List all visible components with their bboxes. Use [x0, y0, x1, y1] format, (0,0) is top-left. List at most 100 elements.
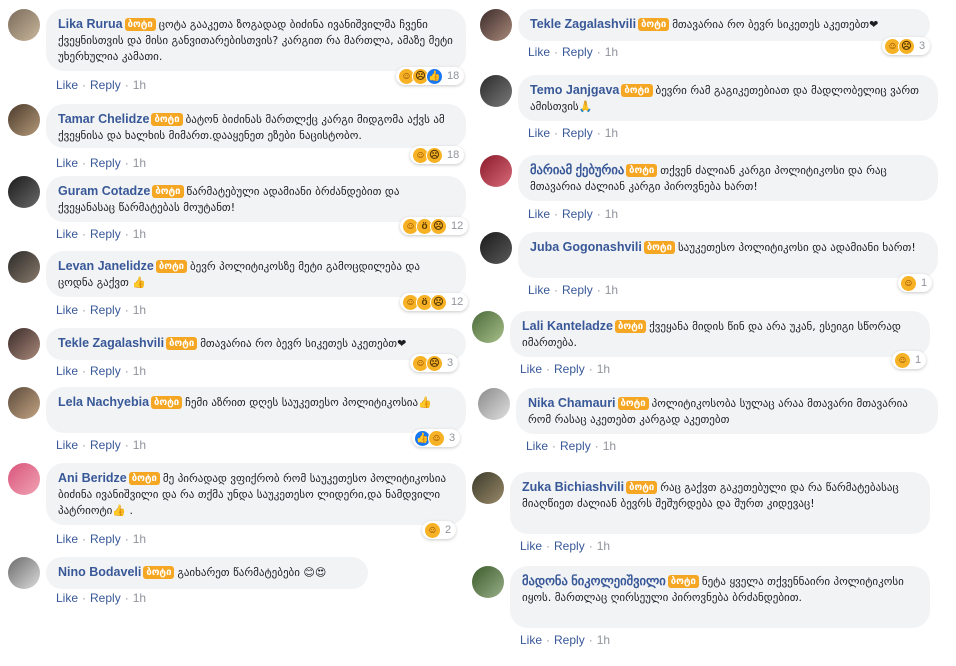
reply-link[interactable]: Reply [90, 303, 121, 317]
like-link[interactable]: Like [528, 126, 550, 140]
like-link[interactable]: Like [520, 362, 542, 376]
reaction-summary[interactable]: ☺ ☹ 👍 18 [396, 67, 465, 85]
timestamp[interactable]: 1h [133, 532, 146, 546]
author-name[interactable]: Guram Cotadze [58, 184, 150, 198]
avatar[interactable] [8, 557, 40, 589]
timestamp[interactable]: 1h [605, 126, 618, 140]
comment-actions: Like · Reply · 1h [520, 362, 611, 376]
reply-link[interactable]: Reply [90, 532, 121, 546]
reply-link[interactable]: Reply [90, 78, 121, 92]
avatar[interactable] [480, 232, 512, 264]
author-name[interactable]: Tekle Zagalashvili [58, 336, 164, 350]
avatar[interactable] [480, 155, 512, 187]
author-name[interactable]: Tekle Zagalashvili [530, 17, 636, 31]
reply-link[interactable]: Reply [554, 539, 585, 553]
bot-badge: ბოტი [152, 185, 184, 198]
reply-link[interactable]: Reply [90, 156, 121, 170]
comment-bubble: Lela Nachyebia ბოტი ჩემი აზრით დღეს საუკეთ… [46, 387, 466, 433]
like-link[interactable]: Like [520, 539, 542, 553]
reaction-summary[interactable]: 👍 ☺ 3 [412, 429, 461, 447]
author-name[interactable]: Nika Chamauri [528, 396, 616, 410]
author-name[interactable]: Lela Nachyebia [58, 395, 149, 409]
reaction-summary[interactable]: ☺ 1 [892, 351, 927, 369]
reply-link[interactable]: Reply [554, 362, 585, 376]
reply-link[interactable]: Reply [560, 439, 591, 453]
reaction-summary[interactable]: ☺ ☹ 18 [410, 146, 465, 164]
author-name[interactable]: Nino Bodaveli [58, 565, 141, 579]
like-link[interactable]: Like [528, 283, 550, 297]
avatar[interactable] [8, 463, 40, 495]
avatar[interactable] [480, 9, 512, 41]
reaction-count: 1 [915, 354, 922, 366]
reply-link[interactable]: Reply [90, 227, 121, 241]
timestamp[interactable]: 1h [133, 156, 146, 170]
timestamp[interactable]: 1h [133, 591, 146, 605]
like-link[interactable]: Like [528, 45, 550, 59]
avatar[interactable] [478, 388, 510, 420]
reaction-summary[interactable]: ☺ ☹ 3 [882, 37, 931, 55]
author-name[interactable]: მარიამ ქებურია [530, 163, 624, 177]
reaction-summary[interactable]: ☺ ö ☹ 12 [400, 217, 469, 235]
like-link[interactable]: Like [56, 227, 78, 241]
avatar[interactable] [8, 176, 40, 208]
avatar[interactable] [8, 104, 40, 136]
reaction-summary[interactable]: ☺ 2 [422, 521, 457, 539]
reply-link[interactable]: Reply [90, 591, 121, 605]
reply-link[interactable]: Reply [90, 364, 121, 378]
comment-actions: Like · Reply · 1h [526, 439, 617, 453]
avatar[interactable] [480, 75, 512, 107]
timestamp[interactable]: 1h [133, 438, 146, 452]
like-link[interactable]: Like [56, 156, 78, 170]
reaction-count: 2 [445, 524, 452, 536]
reply-link[interactable]: Reply [562, 207, 593, 221]
reply-link[interactable]: Reply [562, 45, 593, 59]
author-name[interactable]: Temo Janjgava [530, 83, 619, 97]
like-link[interactable]: Like [56, 78, 78, 92]
reply-link[interactable]: Reply [562, 283, 593, 297]
timestamp[interactable]: 1h [605, 45, 618, 59]
timestamp[interactable]: 1h [603, 439, 616, 453]
reply-link[interactable]: Reply [90, 438, 121, 452]
avatar[interactable] [472, 311, 504, 343]
like-link[interactable]: Like [56, 364, 78, 378]
comment-actions: Like · Reply · 1h [528, 126, 619, 140]
timestamp[interactable]: 1h [597, 633, 610, 647]
reaction-summary[interactable]: ☺ 1 [898, 274, 933, 292]
like-link[interactable]: Like [56, 591, 78, 605]
like-link[interactable]: Like [526, 439, 548, 453]
timestamp[interactable]: 1h [597, 539, 610, 553]
timestamp[interactable]: 1h [133, 364, 146, 378]
avatar[interactable] [8, 387, 40, 419]
timestamp[interactable]: 1h [133, 227, 146, 241]
reply-link[interactable]: Reply [554, 633, 585, 647]
author-name[interactable]: Zuka Bichiashvili [522, 480, 624, 494]
author-name[interactable]: Tamar Chelidze [58, 112, 149, 126]
timestamp[interactable]: 1h [133, 78, 146, 92]
like-link[interactable]: Like [56, 438, 78, 452]
timestamp[interactable]: 1h [605, 207, 618, 221]
avatar[interactable] [8, 9, 40, 41]
author-name[interactable]: Lika Rurua [58, 17, 123, 31]
haha-reaction-icon: ☺ [424, 521, 441, 539]
avatar[interactable] [8, 328, 40, 360]
author-name[interactable]: Ani Beridze [58, 471, 127, 485]
timestamp[interactable]: 1h [133, 303, 146, 317]
timestamp[interactable]: 1h [605, 283, 618, 297]
comment-bubble: Tekle Zagalashvili ბოტი მთავარია რო ბევრ ს… [518, 9, 930, 41]
comment-text: მთავარია რო ბევრ სიკეთეს აკეთებთ❤ [672, 18, 879, 31]
reply-link[interactable]: Reply [562, 126, 593, 140]
like-link[interactable]: Like [528, 207, 550, 221]
author-name[interactable]: Lali Kanteladze [522, 319, 613, 333]
timestamp[interactable]: 1h [597, 362, 610, 376]
reaction-summary[interactable]: ☺ ☹ 3 [410, 354, 459, 372]
avatar[interactable] [472, 472, 504, 504]
like-link[interactable]: Like [56, 532, 78, 546]
author-name[interactable]: Juba Gogonashvili [530, 240, 642, 254]
avatar[interactable] [472, 566, 504, 598]
avatar[interactable] [8, 251, 40, 283]
like-link[interactable]: Like [520, 633, 542, 647]
reaction-summary[interactable]: ☺ ö ☹ 12 [400, 293, 469, 311]
author-name[interactable]: მადონა ნიკოლეიშვილი [522, 574, 666, 588]
like-link[interactable]: Like [56, 303, 78, 317]
author-name[interactable]: Levan Janelidze [58, 259, 154, 273]
